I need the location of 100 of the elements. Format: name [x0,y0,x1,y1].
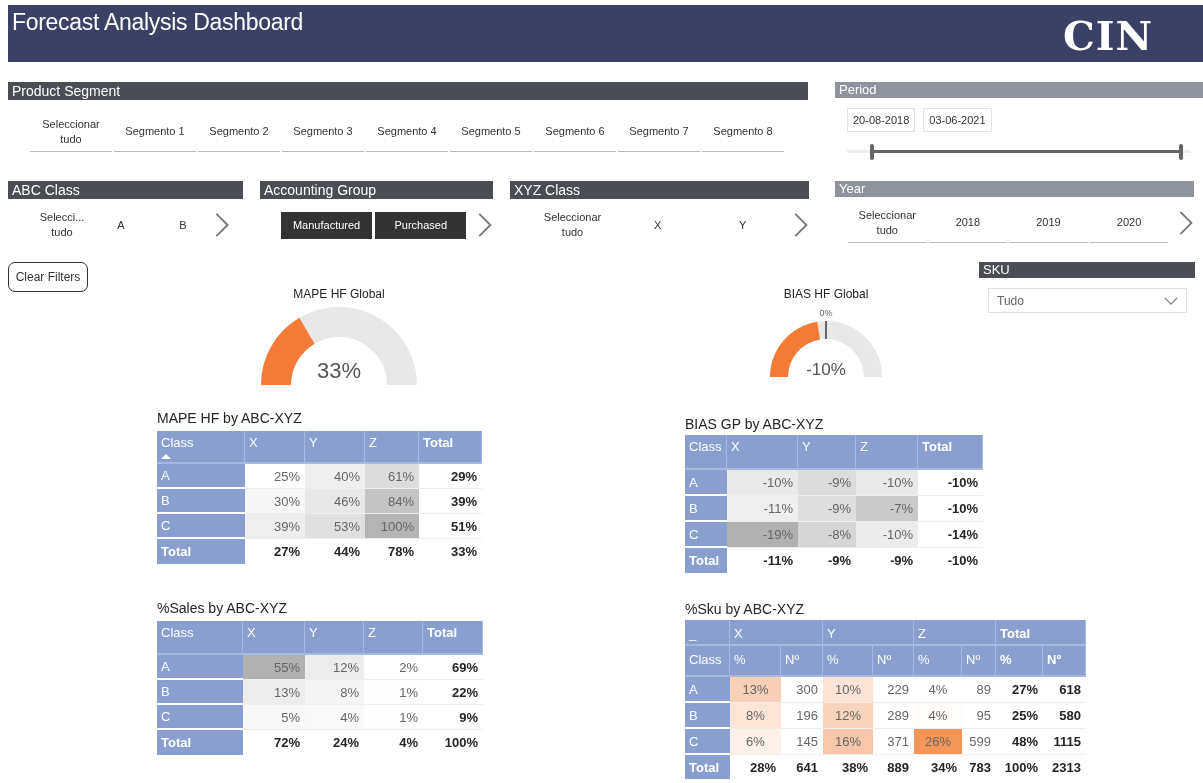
table-cell: 12% [823,703,873,729]
header-cell[interactable]: Nº [873,646,914,677]
date-field[interactable]: 03-06-2021 [923,108,992,132]
header-cell[interactable]: Total [423,621,483,655]
row-header: A [157,464,245,489]
slicer-item[interactable]: 2018 [928,203,1008,243]
header-cell[interactable]: Y [305,431,365,464]
row-header: C [157,705,243,730]
header-cell[interactable]: % [996,646,1043,677]
header-cell[interactable]: Z [365,431,419,464]
column-label: Total [1000,626,1031,641]
chevron-right-icon[interactable] [477,212,493,238]
slicer-item[interactable]: Segmento 4 [366,112,448,152]
sort-icon[interactable] [161,454,171,459]
header-cell[interactable]: Z [856,435,918,470]
slicer-item[interactable]: Y [700,205,786,245]
slicer-item[interactable]: Segmento 2 [198,112,280,152]
header-cell[interactable]: Y [798,435,856,470]
table-cell: -7% [856,496,918,522]
slicer-item[interactable]: 2019 [1009,203,1088,243]
header-cell[interactable]: X [727,435,798,470]
column-label: Nº [966,652,981,667]
slicer-item[interactable]: Segmento 7 [618,112,700,152]
header-cell[interactable]: Total [419,431,482,464]
header-cell[interactable]: % [823,646,873,677]
row-header: C [157,514,245,539]
table-cell: 40% [305,464,365,489]
table-cell: 39% [245,514,305,539]
date-field[interactable]: 20-08-2018 [847,108,916,132]
table-cell: 5% [243,705,305,730]
gauge-title: MAPE HF Global [293,286,385,302]
row-header: Total [157,539,245,564]
slicer-item[interactable]: Segmento 6 [534,112,616,152]
header-cell[interactable]: X [730,620,823,646]
slicer-item[interactable]: Selecci... tudo [34,205,90,245]
section-header: XYZ Class [510,181,809,199]
section-header: ABC Class [8,181,243,199]
section-header: SKU [979,262,1195,278]
header-cell[interactable]: Y [305,621,364,655]
column-label: Class [689,439,722,454]
header-cell[interactable]: Class [685,435,727,470]
header-cell[interactable]: X [243,621,305,655]
row-header: A [685,677,730,703]
slicer-tile[interactable]: Manufactured [281,211,373,239]
column-label: Z [369,435,377,450]
table-cell: -9% [798,496,856,522]
column-label: Nº [785,652,800,667]
column-label: % [734,652,746,667]
table-cell: 16% [823,729,873,755]
slicer-item[interactable]: Segmento 8 [702,112,784,152]
column-label: Y [827,626,836,641]
dashboard-title: Forecast Analysis Dashboard [11,8,304,36]
table-cell: 4% [305,705,364,730]
column-label: Y [309,625,318,640]
column-label: Total [922,439,953,454]
table-cell: 10% [823,677,873,703]
header-cell[interactable]: X [245,431,305,464]
header-cell[interactable]: Nº [781,646,823,677]
header-cell[interactable]: % [730,646,781,677]
slicer-item[interactable]: Seleccionar tudo [530,205,616,245]
header-cell[interactable]: Total [918,435,983,470]
table-cell: 61% [365,464,419,489]
chevron-right-icon[interactable] [214,212,230,238]
dropdown-field[interactable]: Tudo [988,288,1187,313]
header-cell[interactable]: Nº [962,646,996,677]
slicer-item[interactable]: X [615,205,701,245]
header-cell[interactable]: Class [157,621,243,655]
gauge-value: -10% [806,360,846,378]
slicer-item[interactable]: 2020 [1089,203,1169,243]
header-cell[interactable]: Z [914,620,996,646]
chevron-right-icon[interactable] [1178,210,1195,236]
slicer-item[interactable]: Seleccionar tudo [848,203,927,243]
column-label: Class [689,652,722,667]
header-cell[interactable]: Nº [1043,646,1086,677]
slicer-item[interactable]: Segmento 1 [114,112,196,152]
row-header: Total [685,755,730,779]
slicer-item[interactable]: Segmento 3 [282,112,364,152]
column-label: X [734,626,743,641]
row-header: Total [685,548,727,573]
table-title: BIAS GP by ABC-XYZ [685,415,825,434]
header-cell[interactable]: Total [996,620,1086,646]
table-title: MAPE HF by ABC-XYZ [157,409,303,428]
header-cell[interactable]: Z [364,621,423,655]
column-label: Nº [877,652,892,667]
header-cell[interactable]: Y [823,620,914,646]
slicer-item[interactable]: B [152,205,214,245]
chevron-right-icon[interactable] [793,212,809,238]
slicer-item[interactable]: A [90,205,152,245]
header-cell[interactable]: Class [685,646,730,677]
header-cell[interactable]: % [914,646,962,677]
table-cell: 12% [305,655,364,680]
slicer-item[interactable]: Seleccionar tudo [30,112,112,152]
header-cell[interactable]: Class [157,431,245,464]
slicer-item[interactable]: Segmento 5 [450,112,532,152]
column-label: Z [918,626,926,641]
clear-filters-button[interactable]: Clear Filters [8,262,88,292]
logo: CIN [1062,12,1153,59]
slicer-tile[interactable]: Purchased [375,211,467,239]
table-cell: 6% [730,729,781,755]
column-label: Y [309,435,318,450]
